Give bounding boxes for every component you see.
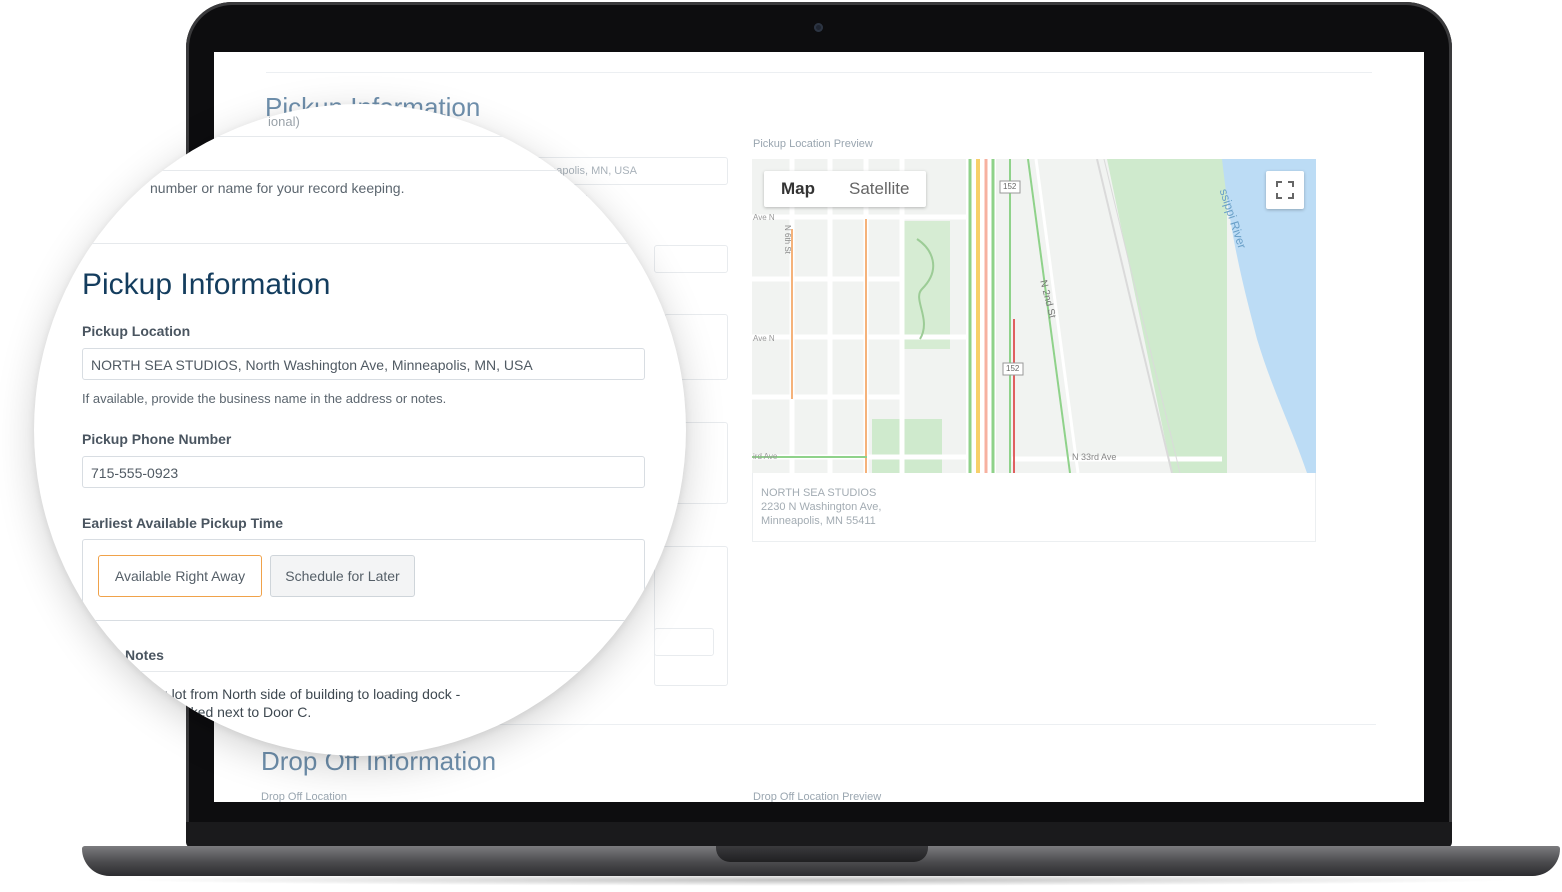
magnifier: ional) number or name for your record ke…: [34, 104, 686, 756]
pickup-title: Pickup Information: [82, 268, 331, 301]
dropoff-preview-label: Drop Off Location Preview: [753, 791, 882, 802]
divider: [60, 170, 600, 171]
pickup-notes-line[interactable]: king lot from North side of building to …: [142, 686, 460, 702]
street-label: Ave N: [753, 213, 775, 222]
satellite-button[interactable]: Satellite: [832, 171, 926, 207]
notes-box-top: [82, 671, 645, 672]
laptop-notch: [716, 846, 928, 862]
pickup-time-label: Earliest Available Pickup Time: [82, 515, 284, 531]
record-help-text: number or name for your record keeping.: [150, 180, 405, 196]
pickup-location-label: Pickup Location: [82, 323, 191, 339]
address-name: NORTH SEA STUDIOS: [761, 487, 877, 499]
pickup-notes-line[interactable]: tacked next to Door C.: [172, 704, 311, 720]
pickup-notes-label: up Notes: [104, 647, 164, 663]
route-shield-label: 152: [1006, 364, 1020, 373]
schedule-for-later-button[interactable]: Schedule for Later: [270, 555, 415, 597]
pickup-map[interactable]: 152 152 ssippi River N 2nd St N 6th St N…: [752, 159, 1316, 473]
pickup-location-help: If available, provide the business name …: [82, 391, 447, 406]
camera-icon: [814, 23, 823, 32]
street-label: Ave N: [753, 334, 775, 343]
dropoff-location-label: Drop Off Location: [261, 791, 348, 802]
optional-fragment: ional): [268, 114, 300, 129]
divider: [266, 72, 1372, 73]
pickup-location-input[interactable]: NORTH SEA STUDIOS, North Washington Ave,…: [82, 348, 645, 380]
divider: [60, 243, 670, 244]
fullscreen-icon: [1276, 181, 1294, 199]
street-label: ird Ave: [753, 452, 778, 461]
divider: [60, 136, 600, 137]
pickup-preview-label: Pickup Location Preview: [753, 138, 873, 150]
pickup-phone-label: Pickup Phone Number: [82, 431, 232, 447]
street-label: N 6th St: [783, 225, 792, 254]
map-button[interactable]: Map: [764, 171, 832, 207]
available-right-away-button[interactable]: Available Right Away: [98, 555, 262, 597]
street-label: N 33rd Ave: [1072, 452, 1117, 462]
laptop-hinge: [186, 822, 1452, 848]
pickup-phone-input[interactable]: 715-555-0923: [82, 456, 645, 488]
address-city: Minneapolis, MN 55411: [761, 515, 876, 527]
route-shield-label: 152: [1003, 182, 1017, 191]
fullscreen-button[interactable]: [1266, 171, 1304, 209]
address-card: NORTH SEA STUDIOS 2230 N Washington Ave,…: [752, 473, 1316, 542]
map-type-toggle: Map Satellite: [764, 171, 927, 207]
address-street: 2230 N Washington Ave,: [761, 501, 882, 513]
